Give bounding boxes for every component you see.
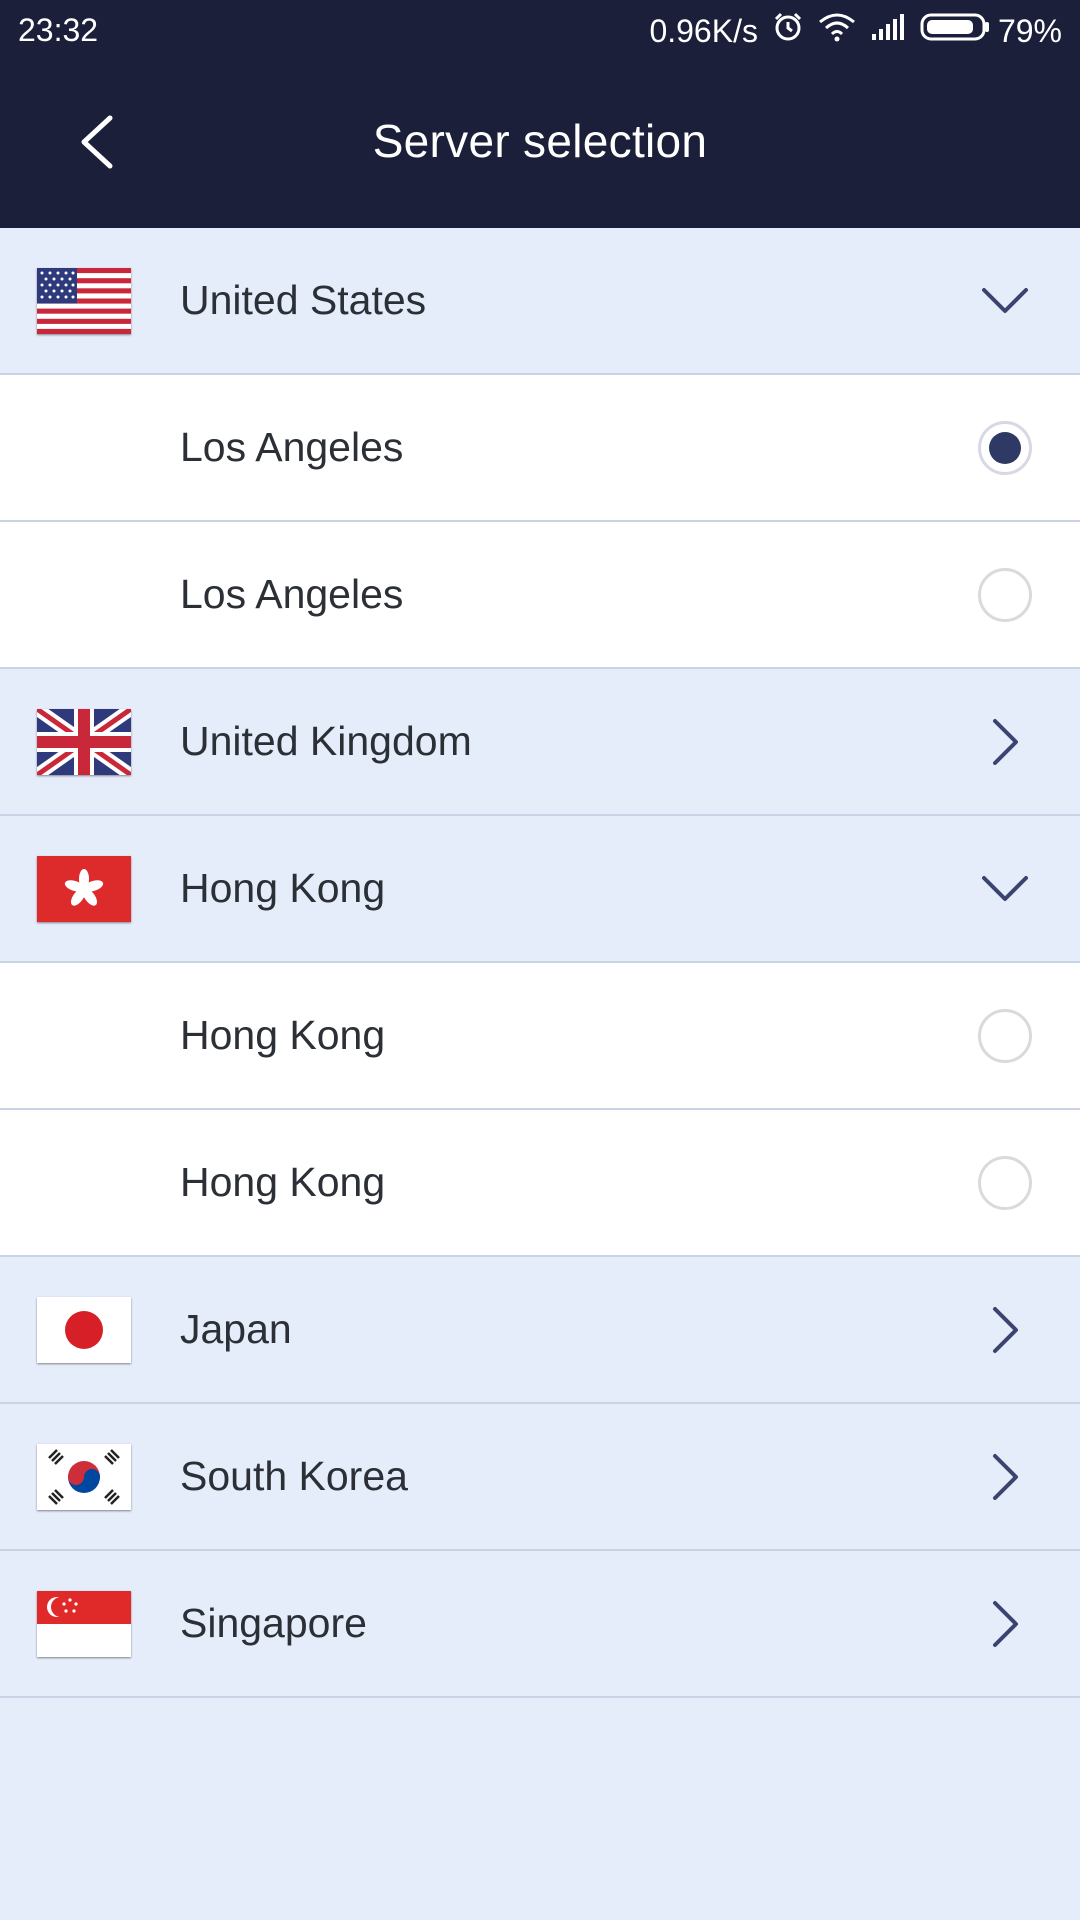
chevron-right-icon [975, 1300, 1035, 1360]
status-bar: 23:32 0.96K/s 79% [0, 0, 1080, 62]
battery-percent: 79% [997, 12, 1062, 49]
signal-icon [870, 12, 906, 50]
radio-selected[interactable] [975, 418, 1035, 478]
chevron-down-icon [975, 859, 1035, 919]
flag-sg-icon [37, 1590, 131, 1657]
country-row-singapore[interactable]: Singapore [0, 1551, 1080, 1698]
flag-jp-icon [37, 1296, 131, 1363]
country-row-hong-kong[interactable]: Hong Kong [0, 816, 1080, 963]
server-name: Los Angeles [180, 424, 404, 470]
radio-selected-icon [978, 420, 1032, 475]
status-right: 0.96K/s 79% [649, 0, 1062, 62]
country-name: United Kingdom [180, 718, 472, 764]
server-row-hong-kong-1[interactable]: Hong Kong [0, 963, 1080, 1110]
country-name: United States [180, 277, 427, 323]
radio-empty-icon [978, 567, 1032, 622]
country-row-japan[interactable]: Japan [0, 1257, 1080, 1404]
alarm-icon [772, 11, 804, 51]
flag-kr-icon [37, 1443, 131, 1510]
server-name: Hong Kong [180, 1159, 386, 1205]
server-name: Hong Kong [180, 1012, 386, 1058]
page-title: Server selection [372, 115, 708, 167]
chevron-down-icon [975, 271, 1035, 331]
radio-empty-icon [978, 1155, 1032, 1210]
server-list: United States Los Angeles Los Angeles Un… [0, 228, 1080, 1698]
server-row-hong-kong-2[interactable]: Hong Kong [0, 1110, 1080, 1257]
flag-us-icon [37, 267, 131, 334]
chevron-right-icon [975, 1447, 1035, 1507]
radio-empty-icon [978, 1008, 1032, 1063]
country-row-united-states[interactable]: United States [0, 228, 1080, 375]
country-name: Singapore [180, 1600, 367, 1646]
chevron-right-icon [975, 1594, 1035, 1654]
battery-icon [920, 12, 990, 50]
battery-indicator: 79% [920, 12, 1062, 50]
country-row-united-kingdom[interactable]: United Kingdom [0, 669, 1080, 816]
wifi-icon [818, 12, 856, 50]
server-name: Los Angeles [180, 571, 404, 617]
country-name: South Korea [180, 1453, 408, 1499]
flag-hk-icon [37, 855, 131, 922]
app-bar: Server selection [0, 62, 1080, 228]
radio-unselected[interactable] [975, 565, 1035, 625]
country-name: Japan [180, 1306, 292, 1352]
country-name: Hong Kong [180, 865, 386, 911]
server-row-los-angeles-2[interactable]: Los Angeles [0, 522, 1080, 669]
server-row-los-angeles-1[interactable]: Los Angeles [0, 375, 1080, 522]
status-time: 23:32 [18, 12, 99, 48]
chevron-right-icon [975, 712, 1035, 772]
flag-uk-icon [37, 708, 131, 775]
country-row-south-korea[interactable]: South Korea [0, 1404, 1080, 1551]
radio-unselected[interactable] [975, 1153, 1035, 1213]
net-speed: 0.96K/s [649, 12, 758, 49]
radio-unselected[interactable] [975, 1006, 1035, 1066]
